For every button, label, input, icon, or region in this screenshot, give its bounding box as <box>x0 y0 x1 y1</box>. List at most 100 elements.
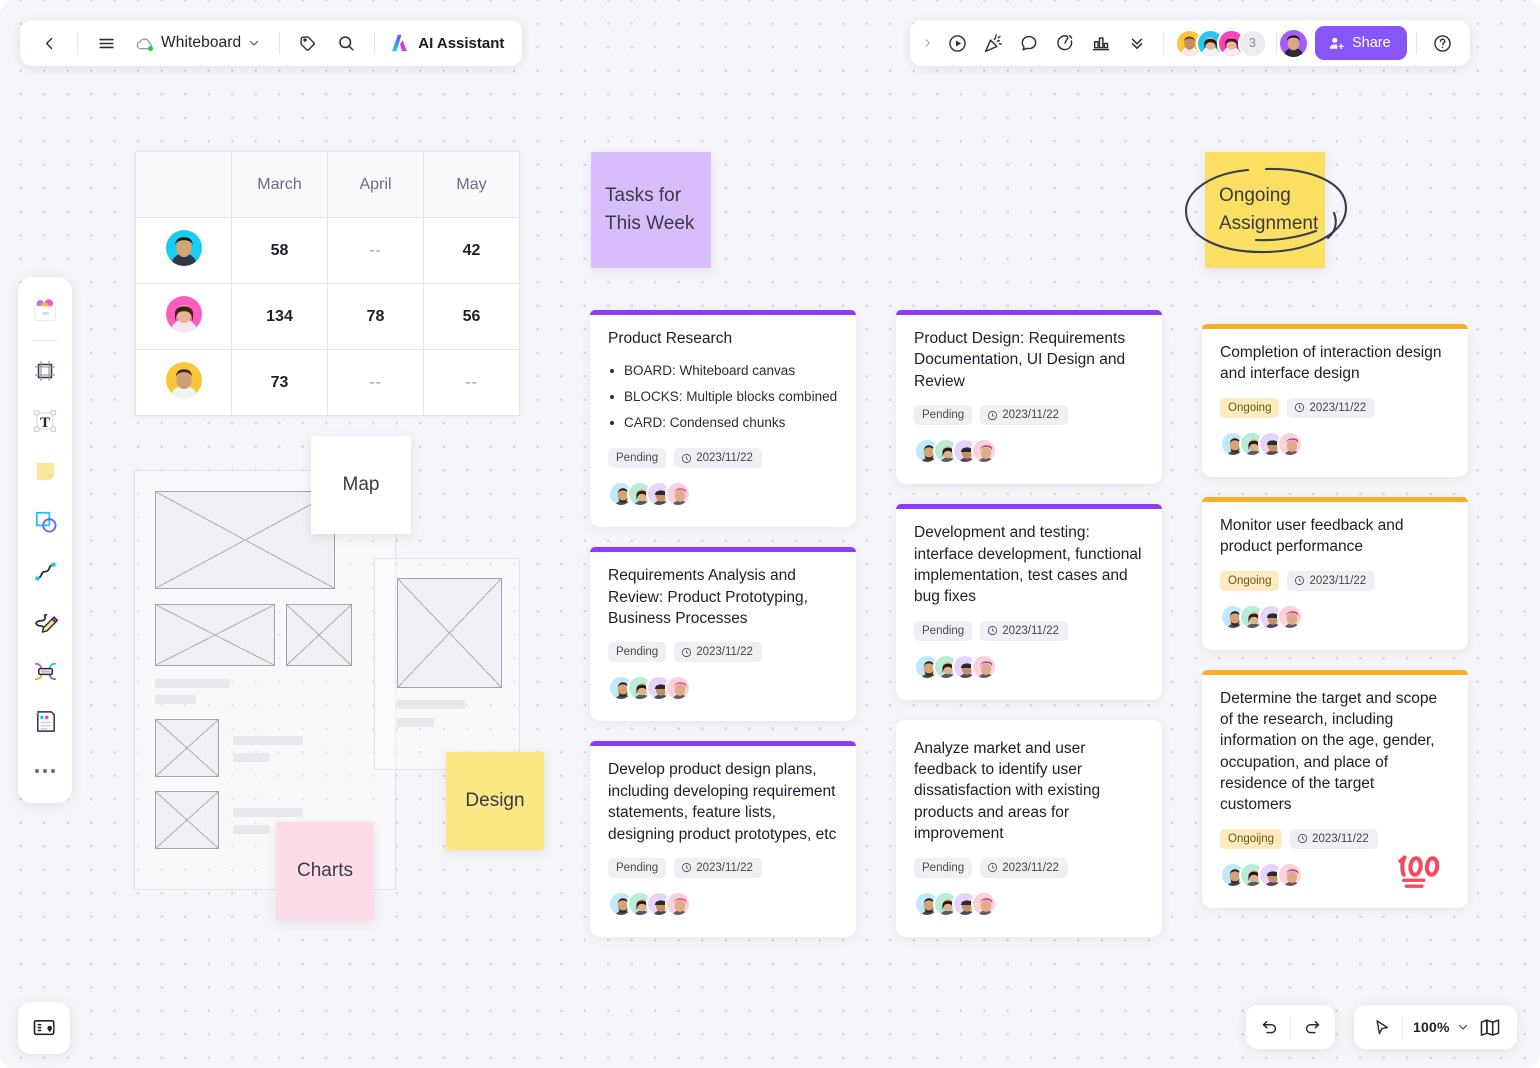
text-tool[interactable]: T <box>23 397 67 445</box>
document-title-chip[interactable]: Whiteboard <box>127 26 268 60</box>
task-bullet: BOARD: Whiteboard canvas <box>608 358 838 384</box>
task-card[interactable]: Requirements Analysis and Review: Produc… <box>590 547 856 722</box>
current-user-avatar[interactable] <box>1278 27 1309 59</box>
timer-icon[interactable] <box>1048 26 1082 60</box>
undo-icon[interactable] <box>1252 1010 1286 1044</box>
divider <box>1163 32 1164 54</box>
avatar-overflow-count[interactable]: 3 <box>1238 28 1267 58</box>
whiteboard-canvas[interactable]: Whiteboard AI Assistant 3 Share T 100% M… <box>0 0 1540 1068</box>
frame-tool[interactable] <box>23 347 67 395</box>
due-date-badge[interactable]: 2023/11/22 <box>1287 397 1376 418</box>
divider <box>1290 1017 1291 1037</box>
sticky-note-map[interactable]: Map <box>311 436 411 534</box>
status-badge[interactable]: Pending <box>914 857 973 878</box>
table-row[interactable]: 73 -- -- <box>135 349 520 416</box>
bar-chart-icon[interactable] <box>1084 26 1118 60</box>
due-date-badge[interactable]: 2023/11/22 <box>980 620 1068 641</box>
due-date-badge[interactable]: 2023/11/22 <box>1290 828 1378 849</box>
wireframe-mock-secondary[interactable] <box>374 558 520 770</box>
help-circle-icon[interactable] <box>1426 26 1460 60</box>
minimap-icon[interactable] <box>1473 1010 1507 1044</box>
sticky-note-ongoing[interactable]: Ongoing Assignment <box>1205 152 1325 268</box>
document-tool[interactable] <box>23 697 67 745</box>
status-badge[interactable]: Pending <box>608 448 667 469</box>
divider <box>374 32 376 54</box>
status-badge[interactable]: Ongoing <box>1220 397 1280 418</box>
task-card[interactable]: Product Design: Requirements Documentati… <box>896 310 1162 485</box>
double-chevron-down-icon[interactable] <box>1120 26 1154 60</box>
avatar[interactable] <box>665 890 691 917</box>
due-date-badge[interactable]: 2023/11/22 <box>674 642 762 663</box>
shape-tool[interactable] <box>23 497 67 545</box>
tag-icon[interactable] <box>291 26 325 60</box>
collaborator-avatars[interactable]: 3 <box>1175 28 1267 58</box>
avatar[interactable] <box>971 438 997 465</box>
mindmap-tool[interactable] <box>23 647 67 695</box>
task-assignee-avatars[interactable] <box>914 438 1144 465</box>
redo-icon[interactable] <box>1295 1010 1329 1044</box>
chevron-right-icon[interactable] <box>916 26 938 60</box>
avatar[interactable] <box>665 675 691 702</box>
cursor-pointer-icon[interactable] <box>1364 1010 1398 1044</box>
share-label: Share <box>1352 35 1391 51</box>
task-assignee-avatars[interactable] <box>1220 430 1450 457</box>
task-card[interactable]: Determine the target and scope of the re… <box>1202 669 1468 908</box>
100-emoji-sticker[interactable] <box>1394 850 1450 894</box>
hamburger-menu-icon[interactable] <box>89 26 123 60</box>
task-assignee-avatars[interactable] <box>914 890 1144 917</box>
board-pin-icon[interactable] <box>18 1002 70 1054</box>
table-row[interactable]: 134 78 56 <box>135 283 520 350</box>
table-row[interactable]: 58 -- 42 <box>135 217 520 284</box>
status-badge[interactable]: Ongoing <box>1220 570 1280 591</box>
task-card-meta: Ongoing 2023/11/22 <box>1220 570 1450 591</box>
task-assignee-avatars[interactable] <box>608 675 838 702</box>
task-assignee-avatars[interactable] <box>1220 603 1450 630</box>
comment-bubble-icon[interactable] <box>1012 26 1046 60</box>
sticky-note-text: Map <box>342 474 380 496</box>
avatar[interactable] <box>971 653 997 680</box>
chevron-down-icon[interactable] <box>1453 1010 1473 1044</box>
due-date-badge[interactable]: 2023/11/22 <box>674 857 762 878</box>
task-assignee-avatars[interactable] <box>914 653 1144 680</box>
party-popper-icon[interactable] <box>976 26 1010 60</box>
table-cell: 134 <box>231 283 328 350</box>
connector-tool[interactable] <box>23 547 67 595</box>
sticky-note-tasks[interactable]: Tasks for This Week <box>591 152 711 268</box>
task-card[interactable]: Development and testing: interface devel… <box>896 504 1162 700</box>
avatar[interactable] <box>665 481 691 508</box>
play-circle-icon[interactable] <box>940 26 974 60</box>
task-card[interactable]: Monitor user feedback and product perfor… <box>1202 496 1468 650</box>
back-arrow-icon[interactable] <box>32 26 66 60</box>
task-card[interactable]: Analyze market and user feedback to iden… <box>896 719 1162 937</box>
monthly-data-table[interactable]: March April May 58 -- 42 134 78 56 73 --… <box>135 151 520 416</box>
avatar[interactable] <box>1277 861 1303 888</box>
status-badge[interactable]: Pending <box>914 405 973 426</box>
task-card[interactable]: Completion of interaction design and int… <box>1202 324 1468 477</box>
share-button[interactable]: Share <box>1315 26 1407 60</box>
task-card[interactable]: Product Research BOARD: Whiteboard canva… <box>590 310 856 528</box>
status-badge[interactable]: Pending <box>608 857 667 878</box>
avatar[interactable] <box>971 890 997 917</box>
status-badge[interactable]: Pending <box>608 642 667 663</box>
due-date-badge[interactable]: 2023/11/22 <box>980 857 1068 878</box>
task-assignee-avatars[interactable] <box>608 481 838 508</box>
status-badge[interactable]: Pending <box>914 620 973 641</box>
status-badge[interactable]: Ongoijng <box>1220 828 1283 849</box>
sticky-note-design[interactable]: Design <box>446 752 544 850</box>
due-date-badge[interactable]: 2023/11/22 <box>980 405 1068 426</box>
avatar[interactable] <box>1277 603 1303 630</box>
ai-assistant-label: AI Assistant <box>418 34 505 52</box>
task-assignee-avatars[interactable] <box>608 890 838 917</box>
due-date-badge[interactable]: 2023/11/22 <box>674 448 762 469</box>
task-card[interactable]: Develop product design plans, including … <box>590 741 856 937</box>
search-icon[interactable] <box>329 26 363 60</box>
pen-tool[interactable] <box>23 597 67 645</box>
ai-assistant-button[interactable]: AI Assistant <box>386 26 510 60</box>
templates-tool[interactable] <box>23 287 67 335</box>
zoom-level-value[interactable]: 100% <box>1407 1019 1453 1035</box>
more-tools[interactable] <box>23 747 67 795</box>
due-date-badge[interactable]: 2023/11/22 <box>1287 570 1376 591</box>
sticky-note-charts[interactable]: Charts <box>276 822 374 920</box>
sticky-note-tool[interactable] <box>23 447 67 495</box>
avatar[interactable] <box>1277 430 1303 457</box>
